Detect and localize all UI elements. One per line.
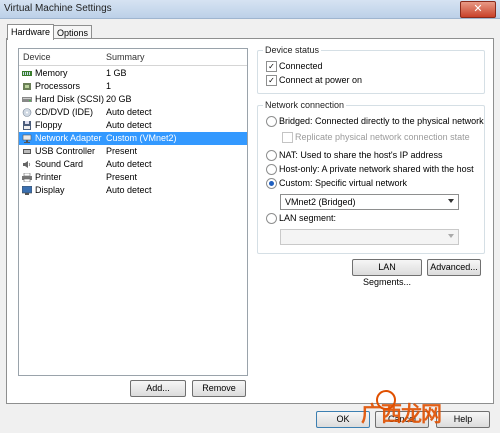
display-icon <box>22 186 32 195</box>
host-only-radio[interactable] <box>266 164 277 175</box>
custom-network-value: VMnet2 (Bridged) <box>285 197 356 207</box>
device-summary: Auto detect <box>106 120 152 130</box>
lan-segment-label[interactable]: LAN segment: <box>279 213 336 223</box>
device-summary: Present <box>106 172 138 182</box>
network-adapter-icon <box>22 134 32 143</box>
device-summary: 20 GB <box>106 94 132 104</box>
title-bar[interactable]: Virtual Machine Settings ✕ <box>0 0 500 19</box>
device-name: Floppy <box>35 120 63 130</box>
device-summary: Auto detect <box>106 185 152 195</box>
usb-icon <box>23 149 31 154</box>
summary-column-header[interactable]: Summary <box>106 52 145 62</box>
tab-hardware[interactable]: Hardware <box>7 24 55 40</box>
connect-at-power-on-label[interactable]: Connect at power on <box>279 75 362 85</box>
close-button[interactable]: ✕ <box>460 1 496 18</box>
device-summary: Auto detect <box>106 107 152 117</box>
connected-checkbox[interactable]: ✓ <box>266 61 277 72</box>
connect-at-power-on-checkbox[interactable]: ✓ <box>266 75 277 86</box>
connected-label[interactable]: Connected <box>279 61 323 71</box>
nat-radio[interactable] <box>266 150 277 161</box>
device-summary: Present <box>106 146 138 156</box>
network-connection-title: Network connection <box>263 100 347 110</box>
nat-label[interactable]: NAT: Used to share the host's IP address <box>279 150 442 160</box>
custom-network-select[interactable]: VMnet2 (Bridged) <box>280 194 459 210</box>
floppy-icon <box>23 121 31 130</box>
chevron-down-icon <box>448 199 454 203</box>
cd-dvd-icon <box>22 108 32 117</box>
device-list-header: Device Summary <box>19 49 247 66</box>
device-row-printer[interactable]: Printer Present <box>19 171 247 184</box>
device-status-title: Device status <box>263 45 322 55</box>
device-summary: Auto detect <box>106 159 152 169</box>
device-name: CD/DVD (IDE) <box>35 107 93 117</box>
virtual-machine-settings-window: Virtual Machine Settings ✕ Hardware Opti… <box>0 0 500 433</box>
device-name: Printer <box>35 172 62 182</box>
add-button[interactable]: Add... <box>130 380 186 397</box>
processor-icon <box>23 83 31 90</box>
device-row-cd-dvd[interactable]: CD/DVD (IDE) Auto detect <box>19 106 247 119</box>
replicate-state-label[interactable]: Replicate physical network connection st… <box>295 132 470 142</box>
lan-segments-button[interactable]: LAN Segments... <box>352 259 422 287</box>
custom-radio[interactable] <box>266 178 277 189</box>
sound-card-icon <box>23 161 31 168</box>
device-row-sound-card[interactable]: Sound Card Auto detect <box>19 158 247 171</box>
device-name: Memory <box>35 68 68 78</box>
lan-segment-select[interactable] <box>280 229 459 245</box>
device-status-group: Device status <box>257 45 485 94</box>
bridged-label[interactable]: Bridged: Connected directly to the physi… <box>279 116 484 126</box>
host-only-label[interactable]: Host-only: A private network shared with… <box>279 164 474 174</box>
device-row-memory[interactable]: Memory 1 GB <box>19 67 247 80</box>
remove-button[interactable]: Remove <box>192 380 246 397</box>
device-row-processors[interactable]: Processors 1 <box>19 80 247 93</box>
replicate-state-checkbox[interactable] <box>282 132 293 143</box>
device-row-floppy[interactable]: Floppy Auto detect <box>19 119 247 132</box>
watermark-text: 广西龙网 <box>361 403 442 426</box>
device-name: Sound Card <box>35 159 84 169</box>
device-name: Display <box>35 185 65 195</box>
device-name: USB Controller <box>35 146 96 156</box>
advanced-button[interactable]: Advanced... <box>427 259 481 276</box>
device-name: Processors <box>35 81 81 91</box>
device-row-hard-disk[interactable]: Hard Disk (SCSI) 20 GB <box>19 93 247 106</box>
printer-icon <box>22 173 32 182</box>
memory-icon <box>22 71 32 76</box>
chevron-down-icon <box>448 234 454 238</box>
device-column-header[interactable]: Device <box>23 52 51 62</box>
lan-segment-radio[interactable] <box>266 213 277 224</box>
device-row-display[interactable]: Display Auto detect <box>19 184 247 197</box>
hard-disk-icon <box>22 97 32 102</box>
custom-label[interactable]: Custom: Specific virtual network <box>279 178 407 188</box>
window-title: Virtual Machine Settings <box>4 3 112 14</box>
bridged-radio[interactable] <box>266 116 277 127</box>
device-summary: Custom (VMnet2) <box>106 133 177 143</box>
device-list[interactable]: Device Summary Memory 1 GB Processors 1 … <box>18 48 248 376</box>
device-name: Hard Disk (SCSI) <box>35 94 105 104</box>
device-summary: 1 GB <box>106 68 127 78</box>
device-row-usb-controller[interactable]: USB Controller Present <box>19 145 247 158</box>
device-summary: 1 <box>106 81 112 91</box>
help-button[interactable]: Help <box>436 411 490 428</box>
device-row-network-adapter[interactable]: Network Adapter Custom (VMnet2) <box>19 132 247 145</box>
device-name: Network Adapter <box>35 133 102 143</box>
